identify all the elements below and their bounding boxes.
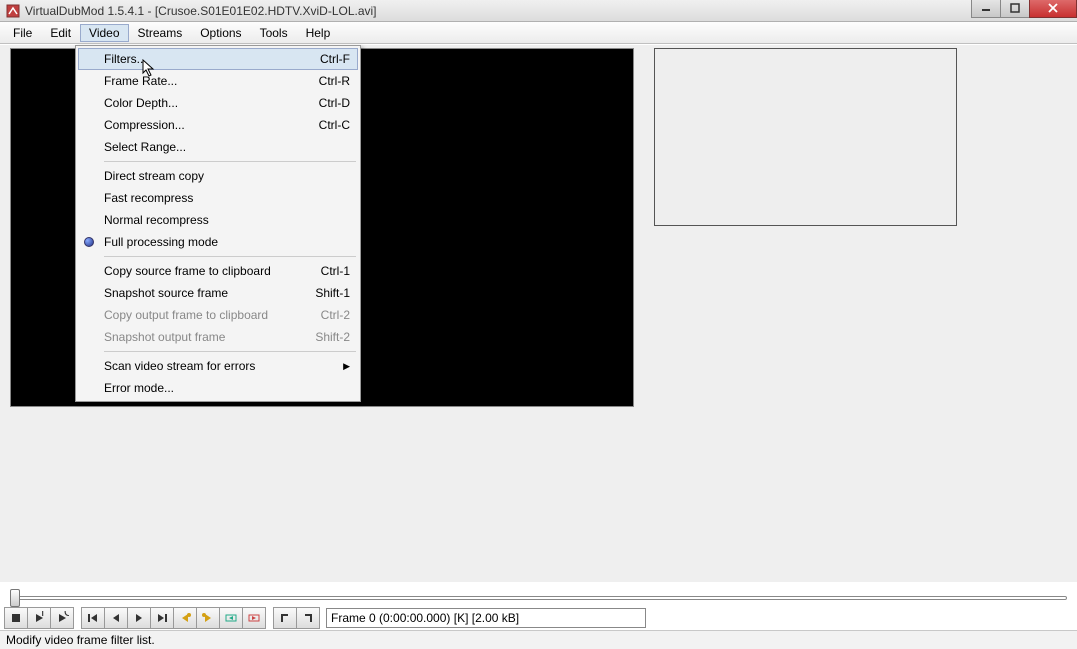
menu-separator xyxy=(104,256,356,257)
menu-item-compression[interactable]: Compression... Ctrl-C xyxy=(78,114,358,136)
scene-prev-button[interactable] xyxy=(219,607,243,629)
workspace: Filters... Ctrl-F Frame Rate... Ctrl-R C… xyxy=(0,44,1077,582)
app-icon xyxy=(6,4,20,18)
menu-shortcut: Shift-2 xyxy=(315,330,350,344)
timeline-slider[interactable] xyxy=(10,589,1067,607)
go-start-button[interactable] xyxy=(81,607,105,629)
window-title: VirtualDubMod 1.5.4.1 - [Crusoe.S01E01E0… xyxy=(25,4,377,18)
slider-track xyxy=(10,596,1067,600)
menu-item-filters[interactable]: Filters... Ctrl-F xyxy=(78,48,358,70)
menu-item-copy-output-frame: Copy output frame to clipboard Ctrl-2 xyxy=(78,304,358,326)
menu-edit[interactable]: Edit xyxy=(41,24,80,42)
menu-item-label: Direct stream copy xyxy=(104,169,204,183)
slider-thumb[interactable] xyxy=(10,589,20,607)
key-next-button[interactable] xyxy=(196,607,220,629)
maximize-button[interactable] xyxy=(1000,0,1030,18)
menu-shortcut: Ctrl-F xyxy=(320,52,350,66)
menu-item-scan-video-stream[interactable]: Scan video stream for errors ▶ xyxy=(78,355,358,377)
menu-item-label: Select Range... xyxy=(104,140,186,154)
menu-item-fast-recompress[interactable]: Fast recompress xyxy=(78,187,358,209)
menu-item-snapshot-source-frame[interactable]: Snapshot source frame Shift-1 xyxy=(78,282,358,304)
scene-next-button[interactable] xyxy=(242,607,266,629)
menu-item-label: Filters... xyxy=(104,52,147,66)
close-button[interactable] xyxy=(1029,0,1077,18)
status-text: Modify video frame filter list. xyxy=(6,633,155,647)
menu-item-label: Frame Rate... xyxy=(104,74,177,88)
menu-item-direct-stream-copy[interactable]: Direct stream copy xyxy=(78,165,358,187)
step-back-button[interactable] xyxy=(104,607,128,629)
menu-shortcut: Shift-1 xyxy=(315,286,350,300)
menu-item-label: Snapshot output frame xyxy=(104,330,225,344)
menu-item-label: Error mode... xyxy=(104,381,174,395)
key-prev-button[interactable] xyxy=(173,607,197,629)
menu-item-label: Scan video stream for errors xyxy=(104,359,255,373)
mark-in-button[interactable] xyxy=(273,607,297,629)
minimize-button[interactable] xyxy=(971,0,1001,18)
menu-item-frame-rate[interactable]: Frame Rate... Ctrl-R xyxy=(78,70,358,92)
menu-shortcut: Ctrl-C xyxy=(319,118,350,132)
menu-streams[interactable]: Streams xyxy=(129,24,192,42)
menu-options[interactable]: Options xyxy=(191,24,250,42)
menu-item-label: Compression... xyxy=(104,118,185,132)
frame-info-display: Frame 0 (0:00:00.000) [K] [2.00 kB] xyxy=(326,608,646,628)
go-end-button[interactable] xyxy=(150,607,174,629)
menu-bar: File Edit Video Streams Options Tools He… xyxy=(0,22,1077,44)
menu-shortcut: Ctrl-1 xyxy=(321,264,350,278)
menu-item-label: Color Depth... xyxy=(104,96,178,110)
menu-shortcut: Ctrl-R xyxy=(319,74,350,88)
menu-item-error-mode[interactable]: Error mode... xyxy=(78,377,358,399)
menu-video[interactable]: Video xyxy=(80,24,128,42)
menu-help[interactable]: Help xyxy=(297,24,340,42)
menu-file[interactable]: File xyxy=(4,24,41,42)
title-bar: VirtualDubMod 1.5.4.1 - [Crusoe.S01E01E0… xyxy=(0,0,1077,22)
menu-item-normal-recompress[interactable]: Normal recompress xyxy=(78,209,358,231)
menu-item-color-depth[interactable]: Color Depth... Ctrl-D xyxy=(78,92,358,114)
menu-shortcut: Ctrl-2 xyxy=(321,308,350,322)
menu-item-label: Fast recompress xyxy=(104,191,193,205)
menu-item-label: Snapshot source frame xyxy=(104,286,228,300)
menu-item-label: Copy output frame to clipboard xyxy=(104,308,268,322)
play-input-button[interactable]: I xyxy=(27,607,51,629)
menu-item-label: Copy source frame to clipboard xyxy=(104,264,271,278)
menu-tools[interactable]: Tools xyxy=(251,24,297,42)
menu-item-full-processing-mode[interactable]: Full processing mode xyxy=(78,231,358,253)
menu-item-snapshot-output-frame: Snapshot output frame Shift-2 xyxy=(78,326,358,348)
frame-info-text: Frame 0 (0:00:00.000) [K] [2.00 kB] xyxy=(331,611,519,625)
menu-item-label: Full processing mode xyxy=(104,235,218,249)
step-forward-button[interactable] xyxy=(127,607,151,629)
radio-selected-icon xyxy=(84,237,94,247)
menu-item-copy-source-frame[interactable]: Copy source frame to clipboard Ctrl-1 xyxy=(78,260,358,282)
menu-shortcut: Ctrl-D xyxy=(319,96,350,110)
svg-text:O: O xyxy=(64,611,69,619)
menu-item-select-range[interactable]: Select Range... xyxy=(78,136,358,158)
submenu-arrow-icon: ▶ xyxy=(343,361,350,372)
status-bar: Modify video frame filter list. xyxy=(0,630,1077,649)
video-menu-dropdown: Filters... Ctrl-F Frame Rate... Ctrl-R C… xyxy=(75,45,361,402)
menu-separator xyxy=(104,161,356,162)
transport-toolbar: I O Frame 0 (0:00:00.000) [K] [2.00 kB] xyxy=(4,606,1073,630)
svg-text:I: I xyxy=(41,611,44,619)
stop-button[interactable] xyxy=(4,607,28,629)
output-video-pane xyxy=(654,48,957,226)
window-controls xyxy=(972,0,1077,18)
play-output-button[interactable]: O xyxy=(50,607,74,629)
mark-out-button[interactable] xyxy=(296,607,320,629)
menu-separator xyxy=(104,351,356,352)
menu-item-label: Normal recompress xyxy=(104,213,209,227)
